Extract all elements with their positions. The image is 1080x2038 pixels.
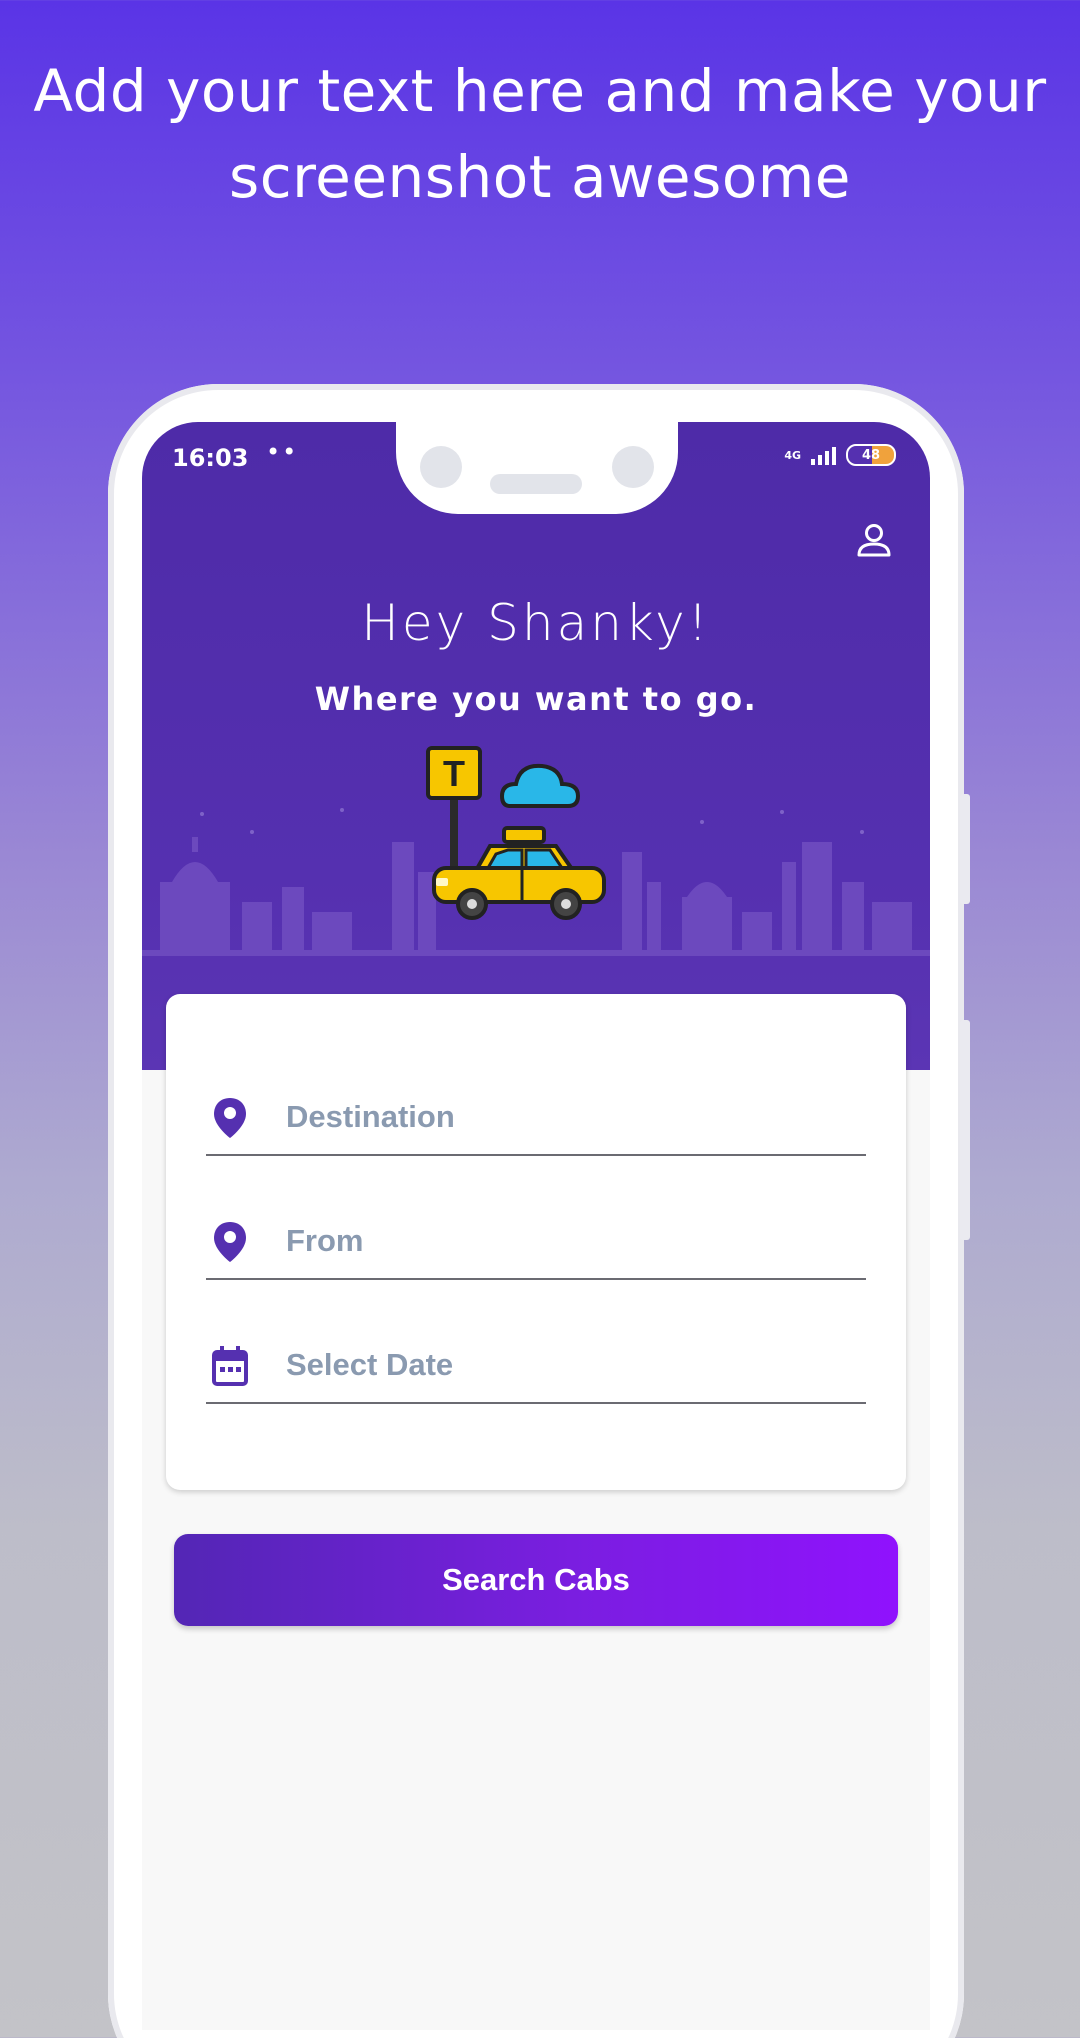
volume-button xyxy=(960,794,970,904)
location-pin-icon xyxy=(214,1098,246,1138)
status-indicators: 4G 48 xyxy=(784,444,896,466)
front-camera-icon xyxy=(420,446,462,488)
date-field xyxy=(206,1334,866,1404)
system-nav-bar xyxy=(142,2030,930,2038)
sensor-icon xyxy=(612,446,654,488)
battery-level: 48 xyxy=(861,447,881,463)
camera-notch xyxy=(396,422,678,514)
promo-line-1: Add your text here and make your xyxy=(33,57,1047,125)
from-field xyxy=(206,1210,866,1280)
power-button xyxy=(960,1020,970,1240)
date-input[interactable] xyxy=(286,1340,846,1390)
booking-card xyxy=(166,994,906,1490)
destination-field xyxy=(206,1086,866,1156)
calendar-icon xyxy=(212,1346,248,1386)
app-header: 16:03 •• 4G 48 Hey Shanky! Where you wan… xyxy=(142,422,930,1070)
taxi-sign-letter: T xyxy=(443,753,465,794)
battery-icon: 48 xyxy=(846,444,896,466)
signal-icon xyxy=(811,445,836,465)
network-type: 4G xyxy=(784,448,801,462)
greeting-title: Hey Shanky! xyxy=(361,594,711,652)
promo-headline: Add your text here and make your screens… xyxy=(0,48,1080,220)
taxi-illustration: T xyxy=(426,746,606,920)
status-time: 16:03 xyxy=(172,444,249,472)
from-input[interactable] xyxy=(286,1216,846,1266)
phone-frame: 16:03 •• 4G 48 Hey Shanky! Where you wan… xyxy=(108,384,970,2038)
profile-icon[interactable] xyxy=(854,520,894,560)
earpiece-speaker xyxy=(490,474,582,494)
notification-dots-icon: •• xyxy=(266,438,299,466)
promo-line-2: screenshot awesome xyxy=(229,143,851,211)
destination-input[interactable] xyxy=(286,1092,846,1142)
search-cabs-button[interactable]: Search Cabs xyxy=(174,1534,898,1626)
app-screen: 16:03 •• 4G 48 Hey Shanky! Where you wan… xyxy=(142,422,930,2038)
location-pin-icon xyxy=(214,1222,246,1262)
greeting-subtitle: Where you want to go. xyxy=(314,680,758,718)
